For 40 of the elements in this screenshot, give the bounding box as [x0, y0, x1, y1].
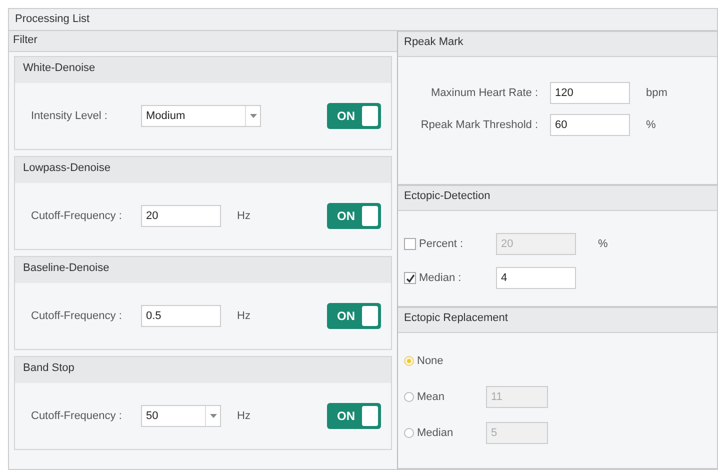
field-label: Cutoff-Frequency : — [31, 410, 123, 422]
unit-label: Hz — [237, 210, 250, 222]
input-field[interactable]: 20 — [141, 205, 221, 227]
radio-button[interactable]: Median — [404, 427, 486, 439]
checkbox[interactable]: Percent : — [404, 238, 496, 250]
field-label: Maxinum Heart Rate : — [430, 87, 538, 99]
caret-icon — [245, 106, 260, 126]
input-field[interactable]: 120 — [550, 82, 630, 104]
field-label: Cutoff-Frequency : — [31, 310, 123, 322]
radio-button[interactable]: None — [404, 355, 486, 367]
toggle-switch[interactable]: ON — [327, 103, 381, 129]
unit-label: Hz — [237, 310, 250, 322]
input-field[interactable]: 60 — [550, 114, 630, 136]
toggle-switch[interactable]: ON — [327, 203, 381, 229]
panel-header: Ectopic Replacement — [398, 307, 717, 333]
unit-label: Hz — [237, 410, 250, 422]
input-field[interactable]: 0.5 — [141, 305, 221, 327]
input-field[interactable]: 4 — [496, 267, 576, 289]
unit-label: % — [598, 238, 608, 250]
toggle-switch[interactable]: ON — [327, 403, 381, 429]
field-label: Cutoff-Frequency : — [31, 210, 123, 222]
dropdown[interactable]: Modium — [141, 105, 261, 127]
panel-header: Ectopic-Detection — [398, 185, 717, 211]
section-header: Lowpass-Denoise — [15, 157, 391, 183]
section-header: Baseline-Denoise — [15, 257, 391, 283]
check-icon — [406, 274, 414, 282]
unit-label: bpm — [646, 87, 668, 99]
section-header: White-Denoise — [15, 57, 391, 83]
caret-icon — [205, 406, 220, 426]
toggle-switch[interactable]: ON — [327, 303, 381, 329]
checkbox[interactable]: Median : — [404, 272, 496, 284]
panel-header: Filter — [9, 31, 397, 52]
window-title: Processing List — [9, 9, 717, 31]
panel-header: Rpeak Mark — [398, 31, 717, 57]
field-label: Intensity Level : — [31, 110, 108, 122]
unit-label: % — [646, 119, 656, 131]
section-header: Band Stop — [15, 357, 391, 383]
dropdown[interactable]: 50 — [141, 405, 221, 427]
radio-button[interactable]: Mean — [404, 391, 486, 403]
field-label: Rpeak Mark Threshold : — [420, 119, 538, 131]
